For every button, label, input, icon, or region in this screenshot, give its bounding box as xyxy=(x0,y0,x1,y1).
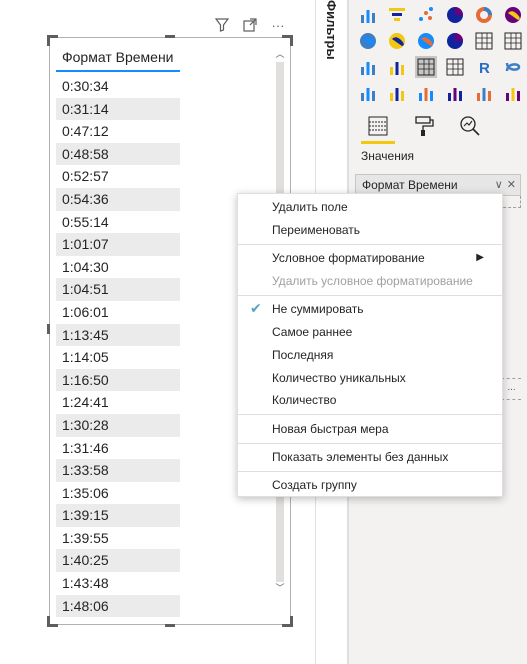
key-influencers-icon[interactable] xyxy=(357,82,379,104)
menu-item-earliest[interactable]: Самое раннее xyxy=(272,325,352,339)
menu-item-new-quick-measure[interactable]: Новая быстрая мера xyxy=(272,422,389,436)
drop-zone-ellipsis[interactable]: ... xyxy=(501,378,521,400)
qa-icon[interactable] xyxy=(415,82,437,104)
table-row[interactable]: 0:31:14 xyxy=(56,97,180,121)
table-row[interactable]: 1:35:06 xyxy=(56,482,180,505)
menu-separator xyxy=(238,244,502,245)
resize-handle[interactable] xyxy=(165,35,175,38)
menu-item-rename[interactable]: Переименовать xyxy=(272,223,360,237)
matrix-icon[interactable] xyxy=(444,56,466,78)
menu-item-dont-summarize[interactable]: Не суммировать xyxy=(272,302,364,316)
multirow-card-icon[interactable] xyxy=(502,30,524,52)
column-header[interactable]: Формат Времени xyxy=(56,42,180,72)
table-row[interactable]: 1:39:15 xyxy=(56,504,180,527)
card-icon[interactable] xyxy=(473,30,495,52)
analytics-tab[interactable] xyxy=(455,112,485,140)
shape-map-icon[interactable] xyxy=(415,30,437,52)
visual-header: ··· xyxy=(214,16,286,34)
table-row[interactable]: 1:01:07 xyxy=(56,233,180,256)
paginated-icon[interactable] xyxy=(473,82,495,104)
scroll-up-icon[interactable]: ︿ xyxy=(275,48,285,60)
menu-separator xyxy=(238,443,502,444)
menu-item-count[interactable]: Количество xyxy=(272,393,336,407)
resize-handle[interactable] xyxy=(282,35,293,46)
menu-item-new-group[interactable]: Создать группу xyxy=(272,478,357,492)
kpi-icon[interactable] xyxy=(357,56,379,78)
visual-type-gallery: R xyxy=(357,4,527,106)
table-row[interactable]: 1:48:06 xyxy=(56,594,180,618)
table-row[interactable]: 1:16:50 xyxy=(56,368,180,392)
table-row[interactable]: 0:30:34 xyxy=(56,75,180,98)
python-visual-icon[interactable] xyxy=(502,56,524,78)
slicer-icon[interactable] xyxy=(386,56,408,78)
table-row[interactable]: 1:33:58 xyxy=(56,459,180,482)
table-row[interactable]: 1:50:14 xyxy=(56,617,180,618)
scroll-down-icon[interactable]: ﹀ xyxy=(275,582,285,594)
menu-item-remove-field[interactable]: Удалить поле xyxy=(272,200,348,214)
table-row[interactable]: 0:48:58 xyxy=(56,142,180,166)
table-row[interactable]: 1:04:30 xyxy=(56,256,180,279)
menu-item-count-distinct[interactable]: Количество уникальных xyxy=(272,371,406,385)
stacked-bar-icon[interactable] xyxy=(357,4,379,26)
fields-well-icon xyxy=(368,116,388,136)
funnel-icon[interactable] xyxy=(386,4,408,26)
table-row[interactable]: 1:30:28 xyxy=(56,413,180,437)
resize-handle[interactable] xyxy=(282,616,293,627)
table-row[interactable]: 1:39:55 xyxy=(56,527,180,550)
table-row[interactable]: 1:24:41 xyxy=(56,391,180,414)
r-visual-icon[interactable]: R xyxy=(473,56,495,78)
table-row[interactable]: 1:43:48 xyxy=(56,572,180,595)
decomposition-tree-icon[interactable] xyxy=(386,82,408,104)
donut-icon[interactable] xyxy=(473,4,495,26)
chevron-down-icon[interactable]: ∨ xyxy=(495,175,503,195)
menu-separator xyxy=(238,414,502,415)
table-row[interactable]: 1:13:45 xyxy=(56,323,180,347)
more-visuals-icon[interactable] xyxy=(502,82,524,104)
filled-map-icon[interactable] xyxy=(386,30,408,52)
filter-icon[interactable] xyxy=(214,17,230,33)
pie-icon[interactable] xyxy=(444,4,466,26)
more-options-icon[interactable]: ··· xyxy=(270,17,286,33)
checkmark-icon: ✔ xyxy=(250,300,262,316)
table-row[interactable]: 1:06:01 xyxy=(56,301,180,324)
table-row[interactable]: 1:04:51 xyxy=(56,278,180,301)
paint-roller-icon xyxy=(415,116,434,136)
table-row[interactable]: 1:14:05 xyxy=(56,346,180,369)
table-row[interactable]: 0:55:14 xyxy=(56,211,180,234)
fields-tab[interactable] xyxy=(361,112,395,144)
menu-separator xyxy=(238,295,502,296)
scatter-icon[interactable] xyxy=(415,4,437,26)
svg-text:R: R xyxy=(479,60,490,77)
table-row[interactable]: 1:31:46 xyxy=(56,437,180,460)
table-row[interactable]: 1:40:25 xyxy=(56,549,180,573)
format-tab[interactable] xyxy=(409,112,439,140)
table-icon[interactable] xyxy=(415,56,437,78)
values-well-label: Значения xyxy=(361,149,415,163)
menu-separator xyxy=(238,471,502,472)
table-row[interactable]: 0:54:36 xyxy=(56,187,180,211)
analytics-magnifier-icon xyxy=(460,116,480,136)
menu-item-show-items-no-data[interactable]: Показать элементы без данных xyxy=(272,450,448,464)
map-icon[interactable] xyxy=(357,30,379,52)
field-context-menu: Удалить поле Переименовать Условное форм… xyxy=(237,193,503,497)
smart-narrative-icon[interactable] xyxy=(444,82,466,104)
close-icon[interactable]: ✕ xyxy=(507,175,516,195)
menu-item-conditional-formatting[interactable]: Условное форматирование xyxy=(272,251,425,265)
treemap-icon[interactable] xyxy=(502,4,524,26)
gauge-icon[interactable] xyxy=(444,30,466,52)
viz-pane-tabs xyxy=(361,112,485,144)
resize-handle[interactable] xyxy=(47,324,50,334)
table-row[interactable]: 0:52:57 xyxy=(56,165,180,188)
focus-mode-icon[interactable] xyxy=(242,17,258,33)
submenu-arrow-icon: ▶ xyxy=(476,252,484,263)
menu-item-remove-conditional-formatting: Удалить условное форматирование xyxy=(272,274,473,288)
menu-item-latest[interactable]: Последняя xyxy=(272,348,333,362)
filters-pane-label[interactable]: Фильтры xyxy=(324,0,339,60)
table-row[interactable]: 0:47:12 xyxy=(56,120,180,143)
resize-handle[interactable] xyxy=(165,624,175,627)
field-name: Формат Времени xyxy=(362,178,458,192)
